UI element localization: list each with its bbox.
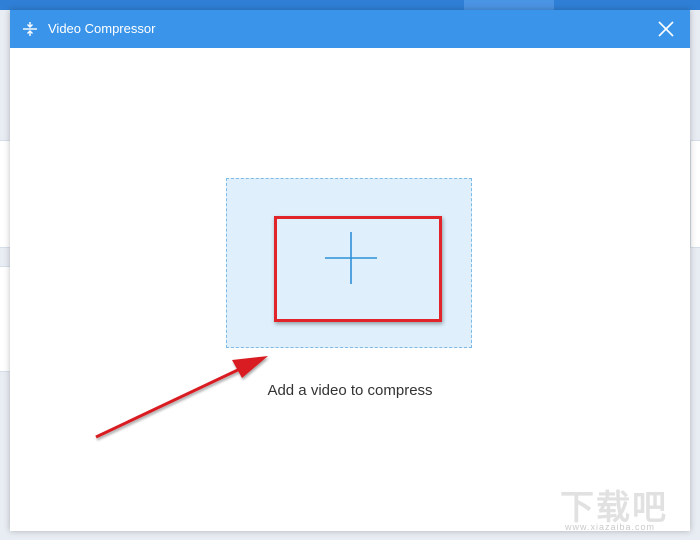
dialog-title: Video Compressor [48, 21, 156, 36]
red-highlight-annotation [274, 216, 442, 322]
watermark-url: www.xiazaiba.com [565, 522, 656, 532]
compress-icon [23, 22, 37, 36]
background-toolbar [0, 0, 700, 10]
close-icon[interactable] [656, 19, 676, 39]
dialog-titlebar: Video Compressor [10, 10, 690, 48]
watermark-logo: 下载吧 [560, 489, 668, 527]
background-card-right-1 [690, 140, 700, 248]
video-compressor-dialog: Video Compressor Add a video to compress… [10, 10, 690, 532]
background-active-tab [464, 0, 554, 10]
add-video-label: Add a video to compress [267, 382, 433, 399]
